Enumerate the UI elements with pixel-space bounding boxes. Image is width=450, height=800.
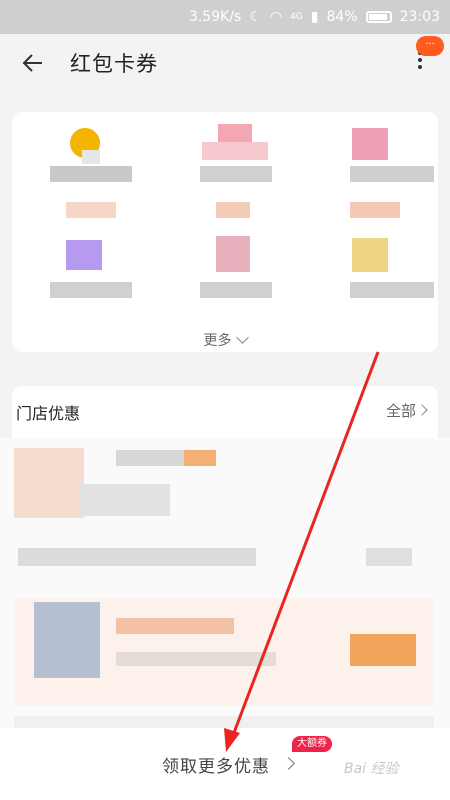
- big-coupon-badge: 大额券: [292, 736, 332, 752]
- get-more-offers-button[interactable]: 领取更多优惠: [162, 752, 270, 777]
- network-type: 4G: [290, 12, 303, 22]
- status-bar: 3.59K/s ☾ ◠ 4G ▮ 84% 23:03: [0, 0, 450, 34]
- coupon-item[interactable]: [318, 232, 438, 342]
- chevron-right-icon: [282, 757, 295, 770]
- wifi-icon: ◠: [269, 9, 283, 25]
- chevron-right-icon: [416, 404, 428, 416]
- chevron-down-icon: [235, 331, 249, 344]
- more-coupons-button[interactable]: 更多: [12, 330, 438, 350]
- back-arrow-icon[interactable]: [18, 48, 48, 78]
- coupon-grid-card: 更多: [12, 112, 438, 352]
- store-offers-list: [0, 438, 450, 738]
- coupon-item[interactable]: [178, 124, 298, 234]
- moon-icon: ☾: [249, 9, 262, 25]
- coupon-item[interactable]: [32, 124, 152, 234]
- coupon-item[interactable]: [318, 124, 438, 234]
- header: 红包卡券 ···: [0, 34, 450, 92]
- coupon-item[interactable]: [32, 232, 152, 342]
- signal-icon: ▮: [310, 9, 319, 25]
- section-title: 门店优惠: [16, 404, 81, 423]
- coupon-item[interactable]: [178, 232, 298, 342]
- watermark: Bai 经验: [344, 761, 399, 777]
- clock: 23:03: [399, 9, 440, 25]
- bottom-bar: 领取更多优惠 大额券 Bai 经验: [0, 728, 450, 800]
- view-all-link[interactable]: 全部: [386, 400, 416, 421]
- store-offers-header: 门店优惠 全部: [12, 386, 438, 438]
- network-speed: 3.59K/s: [188, 9, 242, 25]
- battery-percent: 84%: [326, 9, 358, 25]
- list-item[interactable]: [18, 548, 256, 566]
- store-thumbnail: [14, 448, 84, 518]
- battery-icon: [365, 11, 392, 23]
- page-title: 红包卡券: [70, 52, 158, 76]
- more-label: 更多: [203, 333, 232, 349]
- menu-badge: ···: [416, 36, 444, 56]
